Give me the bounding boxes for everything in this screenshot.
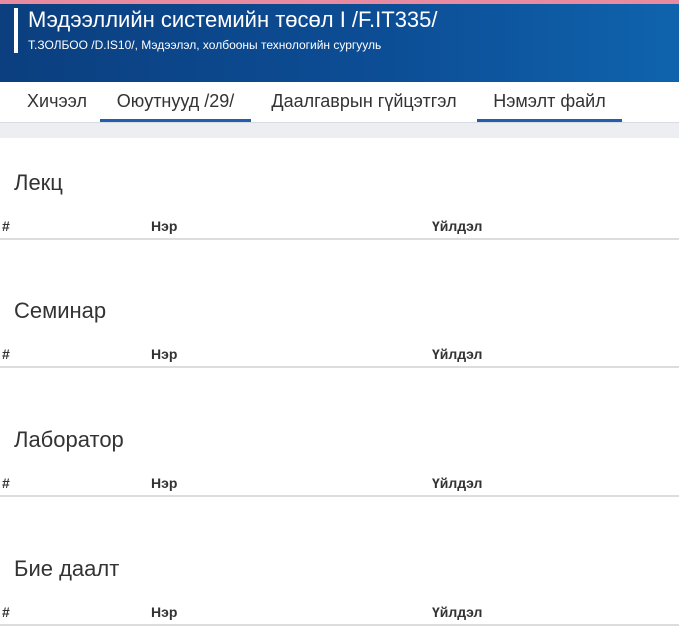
tab-lessons[interactable]: Хичээл bbox=[14, 82, 100, 122]
content-divider-bar bbox=[0, 122, 679, 138]
column-header-action: Үйлдэл bbox=[432, 475, 483, 491]
column-header-number: # bbox=[2, 604, 10, 620]
table-header-row: # Нэр Үйлдэл bbox=[0, 471, 679, 497]
column-header-number: # bbox=[2, 475, 10, 491]
column-header-number: # bbox=[2, 218, 10, 234]
section-title: Бие даалт bbox=[14, 556, 120, 581]
table-header-row: # Нэр Үйлдэл bbox=[0, 342, 679, 368]
header-accent-bar bbox=[14, 8, 18, 53]
course-title: Мэдээллийн системийн төсөл I /F.IT335/ bbox=[28, 7, 438, 32]
tab-students[interactable]: Оюутнууд /29/ bbox=[100, 82, 251, 122]
column-header-name: Нэр bbox=[151, 475, 178, 491]
course-tabs: Хичээл Оюутнууд /29/ Даалгаврын гүйцэтгэ… bbox=[0, 82, 679, 122]
column-header-action: Үйлдэл bbox=[432, 218, 483, 234]
course-header: Мэдээллийн системийн төсөл I /F.IT335/ Т… bbox=[0, 4, 679, 82]
column-header-action: Үйлдэл bbox=[432, 604, 483, 620]
column-header-name: Нэр bbox=[151, 604, 178, 620]
table-header-row: # Нэр Үйлдэл bbox=[0, 600, 679, 626]
section-title: Лаборатор bbox=[14, 427, 124, 452]
section-title: Лекц bbox=[14, 170, 63, 195]
section-title: Семинар bbox=[14, 298, 107, 323]
column-header-number: # bbox=[2, 346, 10, 362]
tab-additional-files[interactable]: Нэмэлт файл bbox=[477, 82, 622, 122]
column-header-action: Үйлдэл bbox=[432, 346, 483, 362]
column-header-name: Нэр bbox=[151, 346, 178, 362]
column-header-name: Нэр bbox=[151, 218, 178, 234]
course-subtitle: Т.ЗОЛБОО /D.IS10/, Мэдээлэл, холбооны те… bbox=[28, 38, 382, 52]
tab-assignment-progress[interactable]: Даалгаврын гүйцэтгэл bbox=[251, 82, 477, 122]
table-header-row: # Нэр Үйлдэл bbox=[0, 214, 679, 240]
